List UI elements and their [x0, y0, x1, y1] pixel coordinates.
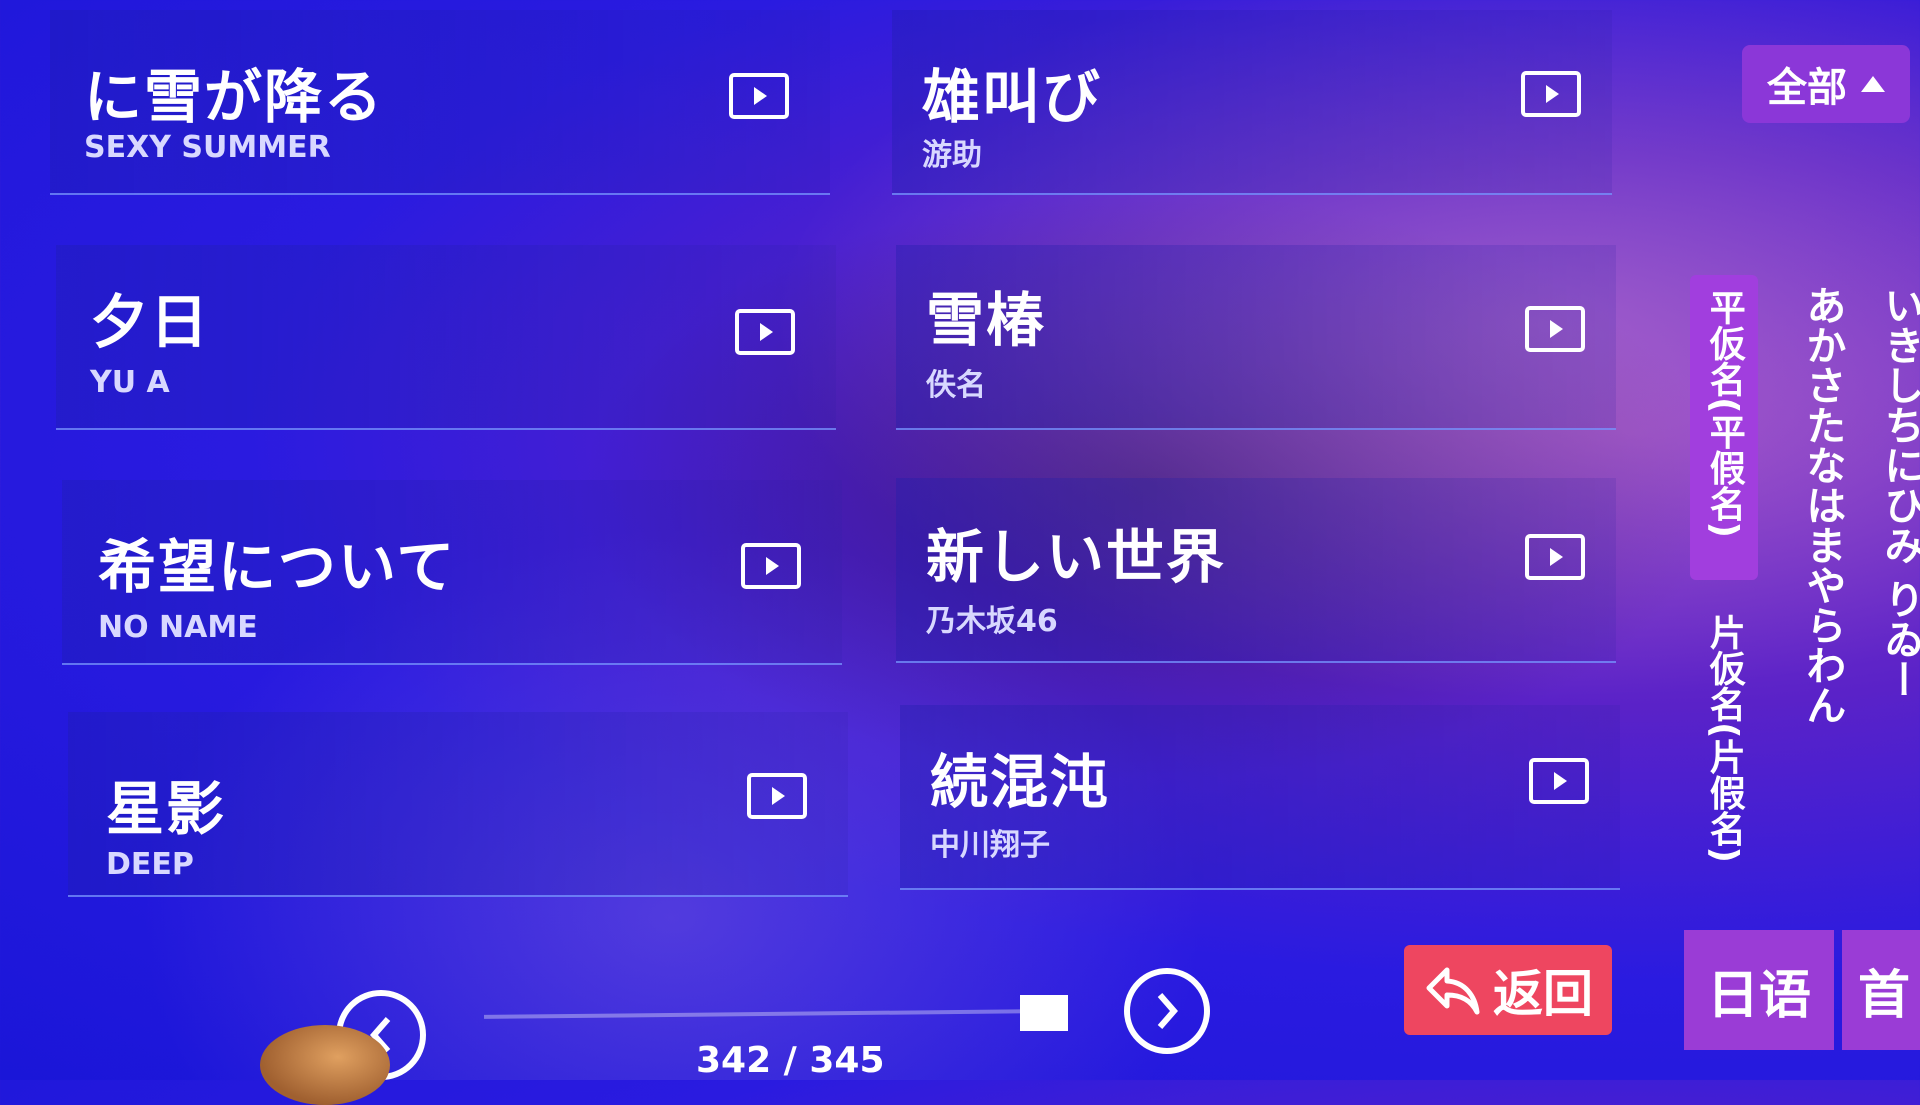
- tab-hiragana-label: 平仮名(平假名): [1703, 289, 1745, 538]
- return-button[interactable]: 返回: [1404, 945, 1612, 1035]
- song-artist: 游助: [922, 138, 982, 173]
- song-artist: NO NAME: [98, 610, 258, 645]
- song-card[interactable]: 続混沌 中川翔子: [900, 705, 1620, 890]
- song-card[interactable]: 新しい世界 乃木坂46: [896, 478, 1616, 663]
- song-artist: YU A: [90, 365, 170, 400]
- song-title: 雪椿: [926, 286, 1047, 354]
- song-title: 続混沌: [930, 748, 1111, 816]
- play-video-icon[interactable]: [746, 772, 808, 820]
- tab-katakana-label: 片仮名(片假名): [1703, 614, 1745, 863]
- song-artist: 佚名: [926, 368, 986, 403]
- song-card[interactable]: 夕日 YU A: [56, 245, 836, 430]
- language-label: 日语: [1706, 965, 1811, 1026]
- home-button[interactable]: 首: [1842, 930, 1920, 1050]
- play-video-icon[interactable]: [740, 542, 802, 590]
- return-arrow-icon: [1426, 967, 1480, 1015]
- tab-katakana[interactable]: 片仮名(片假名): [1690, 600, 1758, 870]
- song-title: 夕日: [90, 288, 211, 356]
- song-title: 希望について: [98, 533, 457, 601]
- song-card[interactable]: 雄叫び 游助: [892, 10, 1612, 195]
- song-title: に雪が降る: [84, 63, 385, 131]
- song-title: 新しい世界: [926, 523, 1227, 591]
- song-artist: 乃木坂46: [926, 604, 1058, 639]
- song-card[interactable]: 星影 DEEP: [68, 712, 848, 897]
- return-label: 返回: [1493, 965, 1593, 1023]
- play-video-icon[interactable]: [734, 308, 796, 356]
- song-card[interactable]: 希望について NO NAME: [62, 480, 842, 665]
- language-japanese-button[interactable]: 日语: [1684, 930, 1834, 1050]
- next-page-button[interactable]: [1124, 968, 1210, 1054]
- song-card[interactable]: に雪が降る SEXY SUMMER: [50, 10, 830, 195]
- play-video-icon[interactable]: [728, 72, 790, 120]
- song-title: 星影: [106, 775, 227, 843]
- play-video-icon[interactable]: [1528, 757, 1590, 805]
- song-artist: 中川翔子: [930, 828, 1050, 863]
- kana-index-column[interactable]: あかさたなはまやらわん: [1792, 285, 1852, 725]
- home-label: 首: [1858, 965, 1911, 1026]
- page-progress-handle[interactable]: [1020, 995, 1068, 1031]
- play-video-icon[interactable]: [1524, 305, 1586, 353]
- all-filter-button[interactable]: 全部: [1742, 45, 1910, 123]
- song-title: 雄叫び: [922, 63, 1103, 131]
- kana-index-letters[interactable]: いきしちにひみ りゐー: [1876, 285, 1920, 699]
- play-video-icon[interactable]: [1524, 533, 1586, 581]
- finger-photo: [260, 1025, 390, 1105]
- tab-hiragana[interactable]: 平仮名(平假名): [1690, 275, 1758, 580]
- kana-index-letters[interactable]: あかさたなはまやらわん: [1798, 285, 1847, 725]
- chevron-right-icon: [1157, 993, 1178, 1029]
- caret-up-icon: [1861, 76, 1885, 92]
- all-filter-label: 全部: [1767, 65, 1847, 111]
- play-video-icon[interactable]: [1520, 70, 1582, 118]
- song-card[interactable]: 雪椿 佚名: [896, 245, 1616, 430]
- song-artist: SEXY SUMMER: [84, 130, 331, 165]
- page-indicator: 342 / 345: [696, 1040, 885, 1081]
- kana-index-column[interactable]: いきしちにひみ りゐー: [1870, 285, 1920, 699]
- song-artist: DEEP: [106, 847, 194, 882]
- page-progress-track[interactable]: [483, 1009, 1045, 1019]
